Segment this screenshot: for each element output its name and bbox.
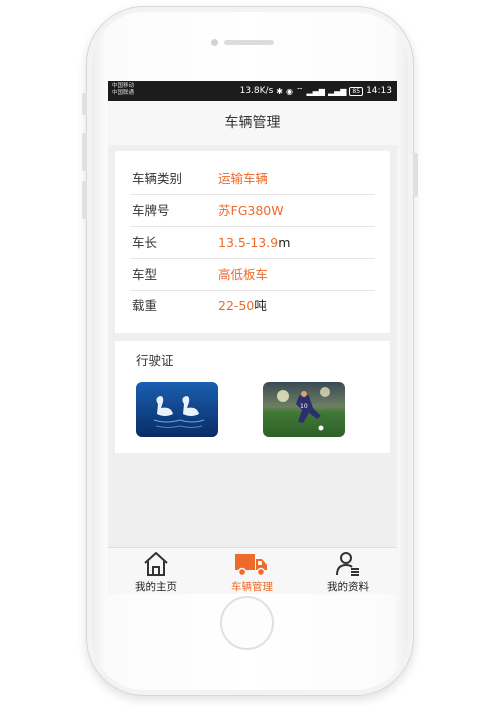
- info-row-length: 车长 13.5-13.9m: [130, 227, 375, 259]
- tab-label: 我的主页: [135, 581, 177, 593]
- info-row-load: 载重 22-50吨: [130, 290, 375, 321]
- soccer-photo[interactable]: 10: [263, 382, 345, 437]
- info-value: 22-50吨: [218, 298, 267, 313]
- license-card: 行驶证 10: [115, 341, 390, 453]
- battery-level: 85: [349, 86, 364, 96]
- volume-up-button: [82, 133, 87, 171]
- info-label: 车辆类别: [132, 171, 183, 186]
- clock: 14:13: [366, 86, 392, 96]
- network-speed: 13.8K/s: [239, 86, 274, 96]
- license-title: 行驶证: [136, 353, 174, 368]
- tab-label: 我的资料: [327, 581, 369, 593]
- carrier-2: 中国联通: [112, 90, 135, 96]
- page-title: 车辆管理: [108, 101, 397, 145]
- info-value: 苏FG380W: [218, 203, 284, 218]
- bottom-tab-bar: 我的主页 车辆管理 我的资料: [108, 547, 397, 594]
- info-row-category: 车辆类别 运输车辆: [130, 163, 375, 195]
- info-row-plate: 车牌号 苏FG380W: [130, 195, 375, 227]
- home-icon: [142, 551, 170, 577]
- carrier-names: 中国移动 中国联通: [112, 83, 134, 97]
- phone-screen: 中国移动 中国联通 13.8K/s ✱ ◉ ⌔ ▂▄▆ ▂▄▆ 85 14:13…: [108, 81, 397, 594]
- info-label: 车型: [132, 267, 158, 282]
- power-button: [413, 153, 418, 197]
- info-label: 载重: [132, 298, 158, 313]
- signal-icon-1: ▂▄▆: [306, 86, 325, 96]
- wifi-icon: ⌔: [295, 86, 304, 95]
- volume-down-button: [82, 181, 87, 219]
- swans-photo[interactable]: [136, 382, 218, 437]
- status-indicators: 13.8K/s ✱ ◉ ⌔ ▂▄▆ ▂▄▆ 85 14:13: [240, 84, 392, 98]
- info-value: 运输车辆: [218, 171, 269, 186]
- truck-icon: [234, 551, 268, 577]
- tab-label: 车辆管理: [231, 581, 273, 593]
- tab-vehicle-management[interactable]: 车辆管理: [204, 548, 300, 594]
- signal-icon-2: ▂▄▆: [327, 86, 347, 96]
- svg-text:10: 10: [300, 403, 308, 410]
- vehicle-info-card: 车辆类别 运输车辆 车牌号 苏FG380W 车长 13.5-13.9m 车型 高…: [115, 151, 390, 333]
- tab-home[interactable]: 我的主页: [108, 548, 204, 594]
- info-label: 车长: [132, 235, 158, 250]
- home-button[interactable]: [220, 596, 274, 650]
- info-value: 13.5-13.9m: [218, 235, 291, 250]
- info-value: 高低板车: [218, 267, 269, 282]
- earpiece-speaker: [224, 40, 274, 45]
- info-label: 车牌号: [132, 203, 170, 218]
- info-row-type: 车型 高低板车: [130, 259, 375, 291]
- front-camera: [211, 39, 218, 46]
- bluetooth-icon: ✱: [276, 86, 283, 96]
- status-bar: 中国移动 中国联通 13.8K/s ✱ ◉ ⌔ ▂▄▆ ▂▄▆ 85 14:13: [108, 81, 397, 101]
- tab-my-profile[interactable]: 我的资料: [300, 548, 396, 594]
- eye-icon: ◉: [285, 86, 293, 96]
- carrier-1: 中国移动: [112, 83, 135, 89]
- mute-switch: [82, 93, 87, 115]
- profile-icon: [334, 551, 362, 577]
